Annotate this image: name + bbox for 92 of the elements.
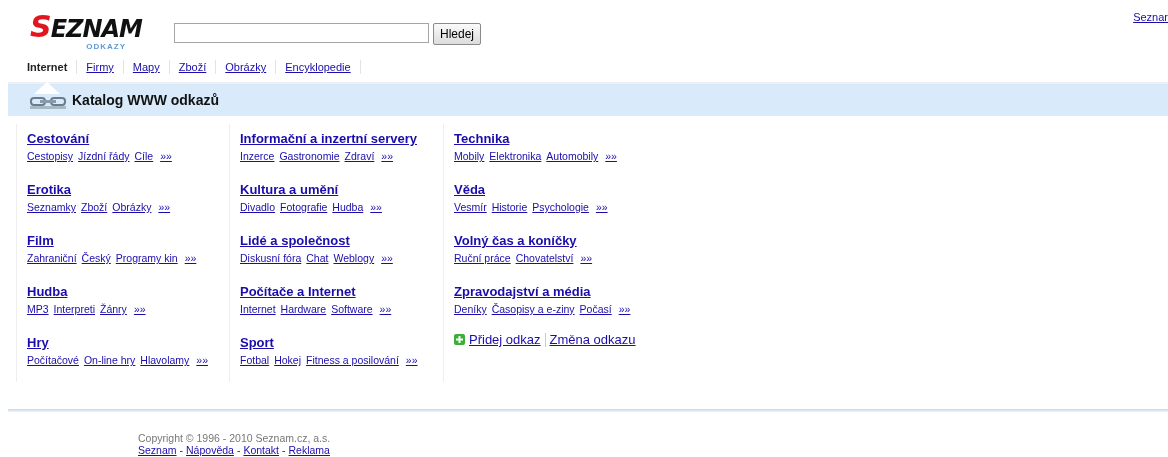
category-link[interactable]: Sport — [240, 335, 274, 351]
subcategory-link[interactable]: Seznamky — [27, 201, 77, 213]
category-link[interactable]: Věda — [454, 182, 486, 198]
category-link[interactable]: Hry — [27, 335, 49, 351]
separator-text: - — [179, 444, 184, 456]
top-link[interactable]: Seznar — [1133, 11, 1168, 23]
subcategory-link[interactable]: Diskusní fóra — [240, 252, 302, 264]
subcategory-link[interactable]: Software — [331, 303, 373, 315]
footer-link[interactable]: Reklama — [288, 444, 330, 456]
subcategory-link[interactable]: Obrázky — [112, 201, 152, 213]
more-link[interactable]: »» — [605, 150, 617, 162]
subcategory-link[interactable]: Divadlo — [240, 201, 276, 213]
subcategory-link[interactable]: Zahraniční — [27, 252, 77, 264]
nav-tab[interactable]: Internet — [18, 60, 78, 74]
more-link[interactable]: »» — [595, 201, 608, 213]
footer-link[interactable]: Seznam — [138, 444, 177, 456]
subcategory-link[interactable]: Fitness a posilování — [306, 354, 399, 366]
more-link[interactable]: »» — [158, 201, 171, 213]
subcategory-link[interactable]: Hlavolamy — [140, 354, 190, 366]
subcategory-link[interactable]: Žánry — [100, 303, 127, 315]
subcategory-link[interactable]: Interpreti — [53, 303, 96, 315]
more-link[interactable]: »» — [381, 252, 393, 264]
subcategory-link[interactable]: Zdraví — [344, 150, 375, 162]
subcategory-link[interactable]: Chovatelství — [515, 252, 574, 264]
category-link[interactable]: Kultura a umění — [240, 182, 339, 198]
copyright-text: Copyright © 1996 - 2010 Seznam.cz, a.s. — [138, 432, 332, 444]
category-link[interactable]: Zpravodajství a média — [454, 284, 591, 300]
nav-tab[interactable]: Obrázky — [216, 60, 277, 74]
category-link[interactable]: Film — [27, 233, 54, 249]
action-link[interactable]: Změna odkazu — [549, 332, 636, 347]
more-link[interactable]: »» — [133, 303, 146, 315]
subcategory-link[interactable]: Weblogy — [333, 252, 375, 264]
subcategory-link[interactable]: Časopisy a e-ziny — [491, 303, 575, 315]
logo[interactable]: SEZNAM ODKAZY — [18, 14, 142, 51]
subcategory-link[interactable]: MP3 — [27, 303, 49, 315]
subcategory-link[interactable]: Programy kin — [115, 252, 178, 264]
plus-icon — [454, 334, 465, 345]
more-link[interactable]: »» — [405, 354, 418, 366]
subcategory-link[interactable]: Ruční práce — [454, 252, 511, 264]
category-link[interactable]: Cestování — [27, 131, 90, 147]
subcategory-link[interactable]: Historie — [491, 201, 528, 213]
category-link[interactable]: Informační a inzertní servery — [240, 131, 417, 147]
nav-tab[interactable]: Mapy — [123, 60, 170, 74]
more-link[interactable]: »» — [580, 252, 593, 264]
category-link[interactable]: Technika — [454, 131, 510, 147]
subcategory-link[interactable]: Počítačové — [27, 354, 79, 366]
more-link[interactable]: »» — [381, 150, 393, 162]
subcategory-link[interactable]: On-line hry — [83, 354, 136, 366]
subcategory-link[interactable]: Hardware — [280, 303, 327, 315]
category-link[interactable]: Volný čas a koníčky — [454, 233, 577, 249]
nav-tab[interactable]: Firmy — [77, 60, 124, 74]
footer-link[interactable]: Nápověda — [186, 444, 234, 456]
category-link[interactable]: Erotika — [27, 182, 72, 198]
subcategory-link[interactable]: Gastronomie — [279, 150, 340, 162]
subcategory-link[interactable]: Automobily — [546, 150, 599, 162]
more-link[interactable]: »» — [379, 303, 392, 315]
nav-tab[interactable]: Encyklopedie — [276, 60, 361, 74]
more-link[interactable]: »» — [370, 201, 382, 213]
more-link[interactable]: »» — [160, 150, 172, 162]
action-link[interactable]: Přidej odkaz — [469, 332, 541, 347]
tab-pointer — [34, 82, 60, 94]
category-link[interactable]: Lidé a společnost — [240, 233, 350, 249]
subcategory-link[interactable]: Jízdní řády — [78, 150, 130, 162]
category-link[interactable]: Počítače a Internet — [240, 284, 356, 300]
subcategory-link[interactable]: Vesmír — [454, 201, 487, 213]
catalog-heading: Katalog WWW odkazů — [72, 92, 219, 108]
search-button[interactable]: Hledej — [433, 23, 482, 45]
subcategory-link[interactable]: Fotografie — [280, 201, 328, 213]
more-link[interactable]: »» — [184, 252, 197, 264]
subcategory-link[interactable]: Deníky — [454, 303, 487, 315]
subcategory-link[interactable]: Cestopisy — [27, 150, 74, 162]
subcategory-link[interactable]: Psychologie — [532, 201, 589, 213]
nav-tab[interactable]: Zboží — [169, 60, 217, 74]
search-field[interactable] — [174, 23, 429, 43]
subcategory-link[interactable]: Hokej — [274, 354, 302, 366]
subcategory-link[interactable]: Hudba — [332, 201, 364, 213]
more-link[interactable]: »» — [196, 354, 208, 366]
subcategory-link[interactable]: Počasí — [579, 303, 612, 315]
more-link[interactable]: »» — [618, 303, 631, 315]
separator-text: - — [282, 444, 286, 456]
subcategory-link[interactable]: Český — [81, 252, 111, 264]
category-link[interactable]: Hudba — [27, 284, 68, 300]
subcategory-link[interactable]: Cíle — [134, 150, 154, 162]
footer-link[interactable]: Kontakt — [243, 444, 279, 456]
separator-text: - — [236, 444, 241, 456]
subcategory-link[interactable]: Elektronika — [489, 150, 542, 162]
subcategory-link[interactable]: Fotbal — [240, 354, 270, 366]
subcategory-link[interactable]: Internet — [240, 303, 276, 315]
subcategory-link[interactable]: Mobily — [454, 150, 485, 162]
subcategory-link[interactable]: Chat — [306, 252, 329, 264]
subcategory-link[interactable]: Zboží — [81, 201, 108, 213]
subcategory-link[interactable]: Inzerce — [240, 150, 275, 162]
